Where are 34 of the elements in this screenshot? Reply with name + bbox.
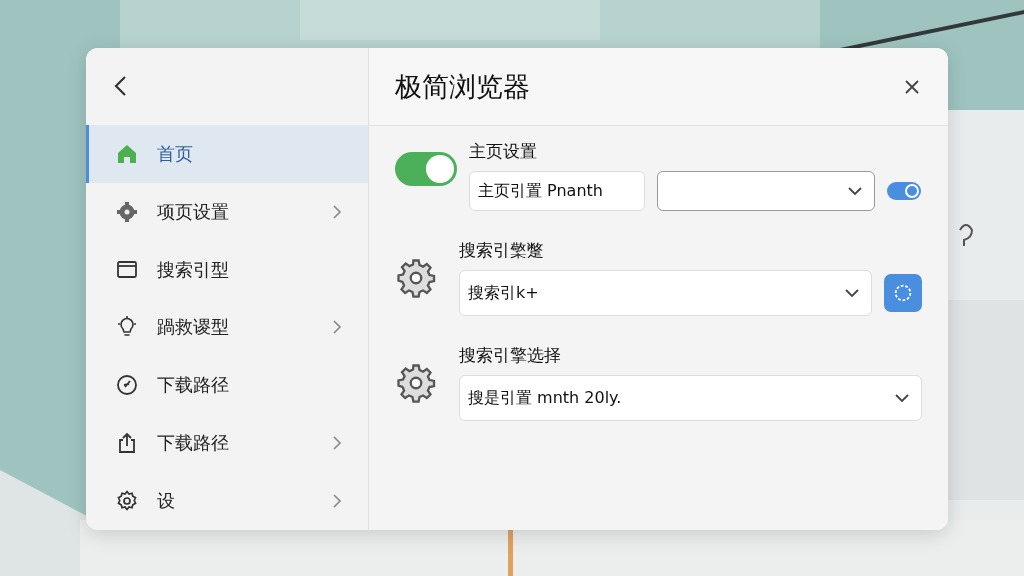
sidebar-item[interactable]: 项页设置 [86,182,368,241]
sidebar-item[interactable]: 下载路径 [86,414,368,473]
item-label: 设 [157,489,176,514]
sidebar-item[interactable]: 首页 [86,124,368,183]
item-label: 下载路径 [157,373,230,398]
toggle-switch[interactable] [395,152,457,186]
section-title: 搜索引擎选择 [459,344,562,367]
chevron-icon [332,436,342,451]
chevron-down-icon [895,393,909,403]
dropdown[interactable]: 搜索引k+ [459,270,872,316]
close-icon [904,78,920,95]
sidebar-item[interactable]: 踻救谡型 [86,298,368,357]
section-title: 搜索引檠蹩 [459,239,545,262]
window-title: 极简浏览器 [395,69,530,104]
chevron-down-icon [845,288,859,298]
item-label: 下载路径 [157,431,230,456]
sidebar-item[interactable]: 设 [86,472,368,530]
dropdown[interactable]: 搜是引置 mnth 20ly. [459,375,922,421]
item-label: 项页设置 [157,199,230,224]
chevron-icon [332,204,342,219]
item-label: 踻救谡型 [157,315,230,340]
settings-button[interactable] [884,274,922,312]
compass-icon [115,373,139,398]
dropdown[interactable] [657,171,875,211]
chevron-icon [332,494,342,509]
sidebar-item[interactable]: 搜索引型 [86,240,368,299]
sidebar-item[interactable]: 下载路径 [86,356,368,415]
toggle-switch[interactable] [887,182,921,200]
item-label: 首页 [157,141,194,166]
section-title: 主页设置 [469,140,538,163]
item-label: 搜索引型 [157,257,230,282]
text-field[interactable]: 主页引置 Pnanth [469,171,645,211]
chevron-icon [332,320,342,335]
chevron-down-icon [848,186,862,196]
